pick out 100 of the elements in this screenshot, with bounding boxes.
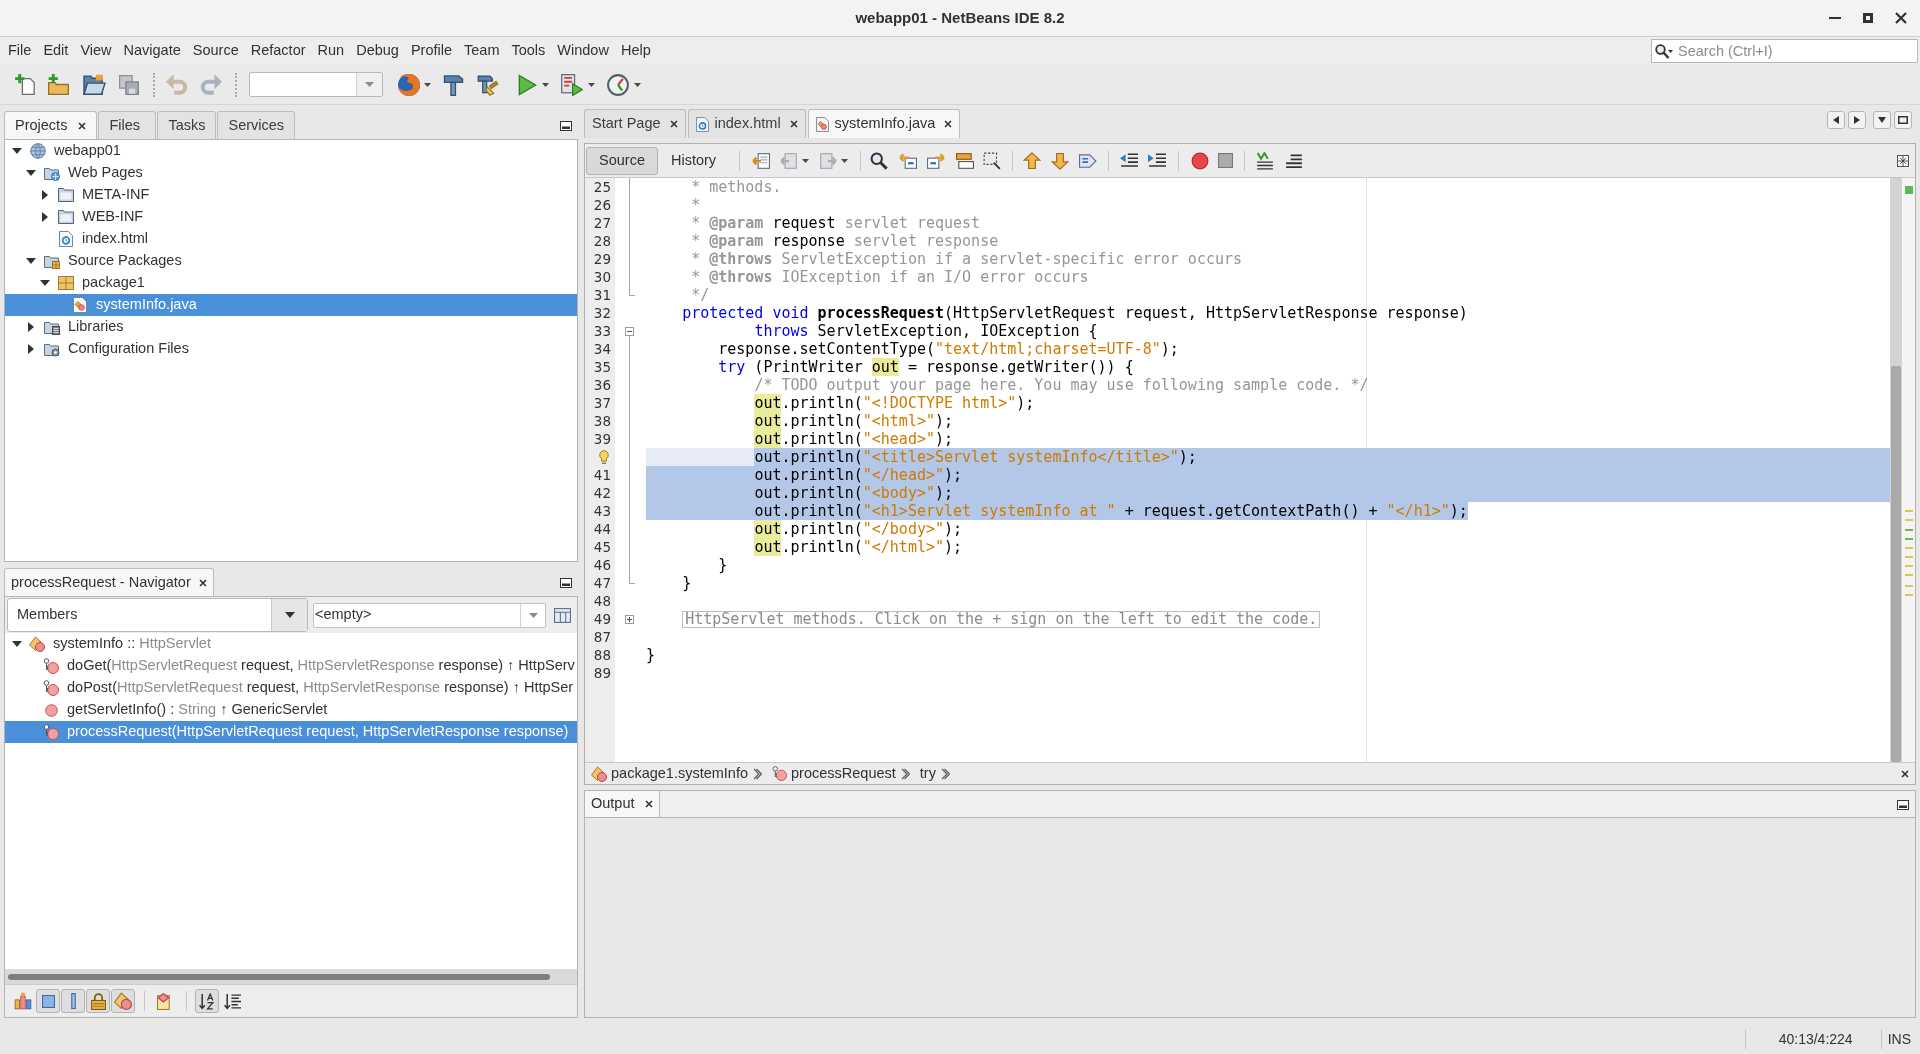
tree-row[interactable]: index.html — [5, 228, 577, 250]
menu-item[interactable]: View — [74, 38, 118, 64]
menu-item[interactable]: Edit — [37, 38, 75, 64]
record-icon[interactable] — [1191, 151, 1210, 170]
tab[interactable]: Projects — [4, 111, 98, 139]
debug-icon[interactable] — [561, 73, 583, 96]
view-combo[interactable]: Members — [7, 598, 308, 632]
open-project-icon[interactable] — [83, 74, 106, 95]
panel-layout-icon[interactable] — [554, 606, 571, 624]
scroll-tabs-right-button[interactable] — [1848, 111, 1866, 129]
tree-row[interactable]: getServletInfo() : String ↑ GenericServlet — [5, 699, 577, 721]
dropdown-caret-icon[interactable] — [424, 82, 431, 87]
tree-row[interactable]: doGet(HttpServletRequest request, HttpServletResponse response) ↑ HttpServ — [5, 655, 577, 677]
hammer-icon[interactable] — [443, 73, 464, 96]
search-icon[interactable] — [870, 151, 889, 170]
comment-icon[interactable] — [1256, 151, 1275, 170]
filter-toggle[interactable] — [111, 989, 135, 1013]
menu-item[interactable]: Refactor — [244, 38, 312, 64]
globe-icon[interactable] — [398, 73, 420, 96]
menu-item[interactable]: Tools — [505, 38, 552, 64]
filter-toggle[interactable] — [86, 989, 110, 1013]
tab[interactable]: Tasks — [157, 111, 217, 139]
find-next-icon[interactable] — [927, 151, 946, 170]
minimize-icon[interactable] — [560, 578, 572, 588]
filter-toggle[interactable] — [61, 989, 85, 1013]
close-icon[interactable] — [78, 121, 87, 130]
minus-box-icon[interactable] — [625, 327, 634, 336]
breadcrumb-item[interactable]: package1.systemInfo — [591, 762, 749, 785]
maximize-icon[interactable] — [1863, 13, 1873, 23]
menu-item[interactable]: Navigate — [117, 38, 187, 64]
tab[interactable]: processRequest - Navigator — [4, 568, 214, 596]
scope-combo[interactable]: <empty> — [313, 602, 546, 628]
caret-down-icon[interactable] — [284, 612, 295, 618]
maximize-button[interactable] — [1894, 111, 1912, 129]
filter-toggle[interactable] — [195, 989, 219, 1013]
rectangle-select-icon[interactable] — [983, 151, 1002, 170]
menu-item[interactable]: File — [2, 38, 38, 64]
gauge-icon[interactable] — [607, 73, 629, 96]
close-icon[interactable] — [198, 578, 207, 587]
tree-row[interactable]: META-INF — [5, 184, 577, 206]
menu-item[interactable]: Run — [311, 38, 351, 64]
view-tab[interactable]: Source — [586, 146, 658, 175]
breadcrumb-item[interactable]: try — [919, 762, 936, 785]
chevron-right-icon[interactable] — [753, 767, 763, 780]
shift-left-icon[interactable] — [1120, 151, 1139, 170]
view-tab[interactable]: History — [657, 146, 730, 175]
dropdown-caret-icon[interactable] — [542, 82, 549, 87]
close-icon[interactable] — [669, 120, 678, 128]
tab[interactable]: Files — [98, 111, 157, 139]
minimize-icon[interactable] — [1897, 800, 1909, 810]
dropdown-caret-icon[interactable] — [634, 82, 641, 87]
scrollbar-thumb[interactable] — [1891, 366, 1901, 762]
folded-code[interactable]: HttpServlet methods. Click on the + sign on the left to edit the code. — [682, 610, 1321, 628]
tree-row[interactable]: Configuration Files — [5, 338, 577, 360]
menu-item[interactable]: Debug — [350, 38, 405, 64]
caret-right-icon[interactable] — [42, 190, 48, 200]
minimize-icon[interactable] — [560, 121, 572, 131]
tab-list-button[interactable] — [1873, 111, 1891, 129]
caret-down-icon[interactable] — [12, 641, 22, 647]
close-icon[interactable] — [1901, 769, 1909, 778]
dropdown-caret-icon[interactable] — [841, 158, 849, 163]
shift-right-icon[interactable] — [1148, 151, 1167, 170]
tag-icon[interactable] — [1079, 151, 1098, 170]
stacked-pages-icon[interactable] — [119, 74, 139, 95]
menu-item[interactable]: Help — [614, 38, 657, 64]
close-icon[interactable] — [944, 120, 953, 128]
page-arrow-icon[interactable] — [752, 151, 771, 170]
stop-icon[interactable] — [1218, 153, 1234, 168]
menu-item[interactable]: Team — [458, 38, 506, 64]
caret-down-icon[interactable] — [40, 280, 50, 286]
new-file-icon[interactable] — [15, 74, 35, 95]
caret-down-icon[interactable] — [26, 170, 36, 176]
tree-row[interactable]: webapp01 — [5, 140, 577, 162]
new-project-icon[interactable] — [48, 74, 69, 95]
hammer-broom-icon[interactable] — [477, 73, 500, 96]
split-view-icon[interactable] — [1897, 154, 1909, 167]
dropdown-caret-icon[interactable] — [802, 158, 810, 163]
tree-row[interactable]: doPost(HttpServletRequest request, HttpServletResponse response) ↑ HttpSer — [5, 677, 577, 699]
filter-toggle[interactable] — [36, 989, 60, 1013]
find-previous-icon[interactable] — [899, 151, 918, 170]
caret-right-icon[interactable] — [42, 212, 48, 222]
close-icon[interactable] — [789, 120, 798, 128]
close-icon[interactable] — [1895, 12, 1907, 24]
tab[interactable]: Start Page — [584, 109, 686, 138]
tab[interactable]: systemInfo.java — [807, 109, 961, 138]
horizontal-scrollbar-thumb[interactable] — [8, 973, 550, 980]
lightbulb-icon[interactable] — [599, 449, 609, 465]
arrow-down-icon[interactable] — [1051, 151, 1070, 170]
uncomment-icon[interactable] — [1285, 151, 1304, 170]
caret-right-icon[interactable] — [28, 344, 34, 354]
close-icon[interactable] — [644, 800, 653, 808]
tree-row[interactable]: WEB-INF — [5, 206, 577, 228]
tree-row[interactable]: package1 — [5, 272, 577, 294]
scroll-tabs-left-button[interactable] — [1827, 111, 1845, 129]
chevron-right-icon[interactable] — [900, 767, 910, 780]
tree-row[interactable]: systemInfo :: HttpServlet — [5, 633, 577, 655]
search-field[interactable]: Search (Ctrl+I) — [1651, 39, 1918, 63]
caret-down-icon[interactable] — [12, 148, 22, 154]
dropdown-caret-icon[interactable] — [588, 82, 595, 87]
tree-row[interactable]: Libraries — [5, 316, 577, 338]
